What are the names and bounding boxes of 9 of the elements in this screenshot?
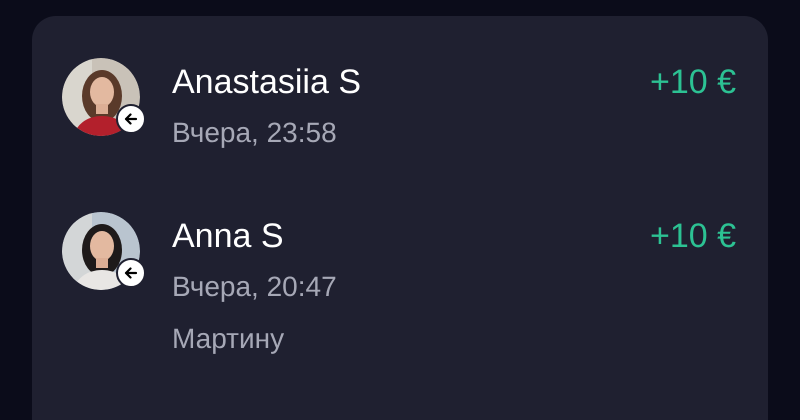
sender-name: Anastasiia S bbox=[172, 62, 361, 102]
transaction-time: Вчера, 23:58 bbox=[172, 116, 338, 150]
amount: +10 € bbox=[650, 216, 736, 256]
sender-name: Anna S bbox=[172, 216, 284, 256]
transaction-time: Вчера, 20:47 bbox=[172, 270, 338, 304]
arrow-left-icon bbox=[116, 258, 146, 288]
arrow-left-icon bbox=[116, 104, 146, 134]
transaction-note: Мартину bbox=[172, 322, 286, 356]
amount: +10 € bbox=[650, 62, 736, 102]
